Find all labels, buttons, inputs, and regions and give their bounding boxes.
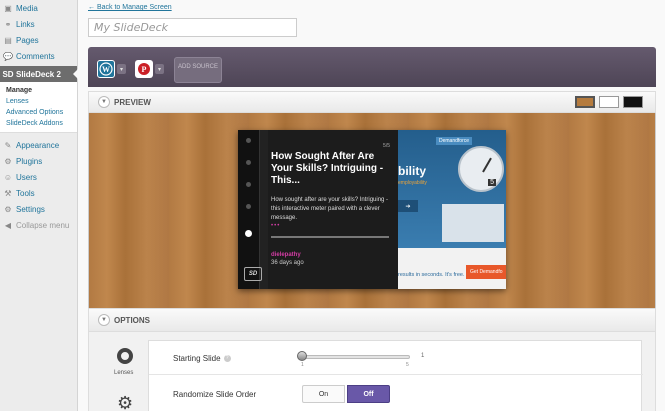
slidedeck-submenu: Manage Lenses Advanced Options SlideDeck… <box>0 82 77 133</box>
sidebar-item-media[interactable]: ▣ Media <box>0 0 77 16</box>
gear-icon[interactable]: ⚙ <box>117 394 133 411</box>
preview-label: PREVIEW <box>114 98 151 107</box>
lenses-icon[interactable] <box>117 348 133 364</box>
slider-min: 1 <box>301 362 304 368</box>
slide-content: 5/5 How Sought After Are Your Skills? In… <box>268 130 398 289</box>
gauge-value: 5 <box>488 179 496 186</box>
background-white-swatch[interactable] <box>599 96 619 108</box>
sidebar-item-appearance[interactable]: ✎ Appearance <box>0 137 77 153</box>
appearance-icon: ✎ <box>4 140 12 150</box>
plugins-icon: ⚙ <box>4 156 12 166</box>
slide-nav-dot-4[interactable] <box>246 204 251 209</box>
help-icon[interactable]: ? <box>223 355 231 363</box>
starting-slide-slider[interactable] <box>300 355 410 359</box>
sidebar-item-plugins[interactable]: ⚙ Plugins <box>0 153 77 169</box>
options-label: OPTIONS <box>114 316 151 325</box>
pages-icon: ▤ <box>4 35 12 45</box>
pinterest-icon: P <box>138 63 150 75</box>
slidedeck-icon: SD <box>2 69 14 79</box>
randomize-on-button[interactable]: On <box>302 385 345 403</box>
slidedeck-preview: SD 5/5 How Sought After Are Your Skills?… <box>238 130 506 289</box>
slide-nav-dot-1[interactable] <box>246 138 251 143</box>
wordpress-source-dropdown[interactable]: ▾ <box>117 64 126 74</box>
slidedeck-title-input[interactable]: My SlideDeck <box>88 18 297 37</box>
options-section-header: ▼ OPTIONS <box>88 308 656 332</box>
image-brand-logo: Demandforce <box>436 137 473 145</box>
slide-description: How sought after are your skills? Intrig… <box>271 197 389 221</box>
source-bar: W ▾ P ▾ ADD SOURCE <box>88 47 656 87</box>
slider-max: 5 <box>406 362 409 368</box>
admin-sidebar: ▣ Media ⚭ Links ▤ Pages 💬 Comments SD Sl… <box>0 0 78 411</box>
slidedeck-logo: SD <box>244 267 262 281</box>
image-cta: Get Demandfo <box>466 265 506 279</box>
starting-slide-value: 1 <box>421 353 425 359</box>
randomize-off-button[interactable]: Off <box>347 385 390 403</box>
preview-collapse-button[interactable]: ▼ <box>98 96 110 108</box>
submenu-addons[interactable]: SlideDeck Addons <box>0 118 77 129</box>
collapse-icon: ◀ <box>4 220 12 230</box>
sidebar-item-settings[interactable]: ⚙ Settings <box>0 201 77 217</box>
slide-counter: 5/5 <box>383 143 390 149</box>
collapse-menu[interactable]: ◀ Collapse menu <box>0 217 77 233</box>
wordpress-source-button[interactable]: W <box>97 60 115 78</box>
back-to-manage-link[interactable]: ← Back to Manage Screen <box>88 4 172 11</box>
wordpress-icon: W <box>99 62 113 76</box>
slide-image: Demandforce bility employability 5 ➔ res… <box>398 130 506 289</box>
settings-icon: ⚙ <box>4 204 12 214</box>
background-black-swatch[interactable] <box>623 96 643 108</box>
slide-author[interactable]: dielepathy <box>271 252 301 258</box>
slide-nav-rail: SD <box>238 130 262 289</box>
submenu-advanced-options[interactable]: Advanced Options <box>0 107 77 118</box>
svg-text:W: W <box>102 65 110 74</box>
sidebar-item-pages[interactable]: ▤ Pages <box>0 32 77 48</box>
image-form <box>442 204 504 242</box>
add-source-button[interactable]: ADD SOURCE <box>174 57 222 83</box>
options-panel: Starting Slide? 1 5 1 Randomize Slide Or… <box>148 340 643 411</box>
submenu-manage[interactable]: Manage <box>0 85 77 96</box>
slide-time-ago: 36 days ago <box>271 260 304 266</box>
slider-handle[interactable] <box>297 351 307 361</box>
image-headline: bility <box>398 164 427 178</box>
comments-icon: 💬 <box>3 51 13 61</box>
starting-slide-label: Starting Slide? <box>173 354 231 363</box>
image-footer-text: results in seconds. It's free. <box>398 272 465 278</box>
slide-accent-dots: ••• <box>271 223 281 229</box>
sidebar-item-slidedeck[interactable]: SD SlideDeck 2 <box>0 66 78 82</box>
slide-nav-dot-5[interactable] <box>245 230 252 237</box>
slide-title: How Sought After Are Your Skills? Intrig… <box>271 151 384 186</box>
media-icon: ▣ <box>4 3 12 13</box>
chevron-down-icon: ▼ <box>101 99 107 105</box>
tools-icon: ⚒ <box>4 188 12 198</box>
svg-text:P: P <box>142 65 147 74</box>
randomize-label: Randomize Slide Order <box>173 390 257 399</box>
image-subtitle: employability <box>398 180 427 186</box>
arrow-right-icon: ➔ <box>398 200 418 212</box>
preview-section-header: ▼ PREVIEW <box>88 91 656 113</box>
sidebar-item-users[interactable]: ☺ Users <box>0 169 77 185</box>
slide-divider <box>271 236 389 238</box>
sidebar-item-links[interactable]: ⚭ Links <box>0 16 77 32</box>
sidebar-item-tools[interactable]: ⚒ Tools <box>0 185 77 201</box>
sidebar-item-comments[interactable]: 💬 Comments <box>0 48 77 64</box>
submenu-lenses[interactable]: Lenses <box>0 96 77 107</box>
slide-nav-dot-3[interactable] <box>246 182 251 187</box>
users-icon: ☺ <box>3 172 13 182</box>
meter-gauge: 5 <box>458 146 504 192</box>
pinterest-source-dropdown[interactable]: ▾ <box>155 64 164 74</box>
gauge-needle <box>482 157 492 173</box>
background-wood-swatch[interactable] <box>575 96 595 108</box>
options-collapse-button[interactable]: ▼ <box>98 314 110 326</box>
links-icon: ⚭ <box>4 19 12 29</box>
lenses-tab-label[interactable]: Lenses <box>114 370 133 376</box>
slide-nav-dot-2[interactable] <box>246 160 251 165</box>
chevron-down-icon: ▼ <box>101 317 107 323</box>
pinterest-source-button[interactable]: P <box>135 60 153 78</box>
